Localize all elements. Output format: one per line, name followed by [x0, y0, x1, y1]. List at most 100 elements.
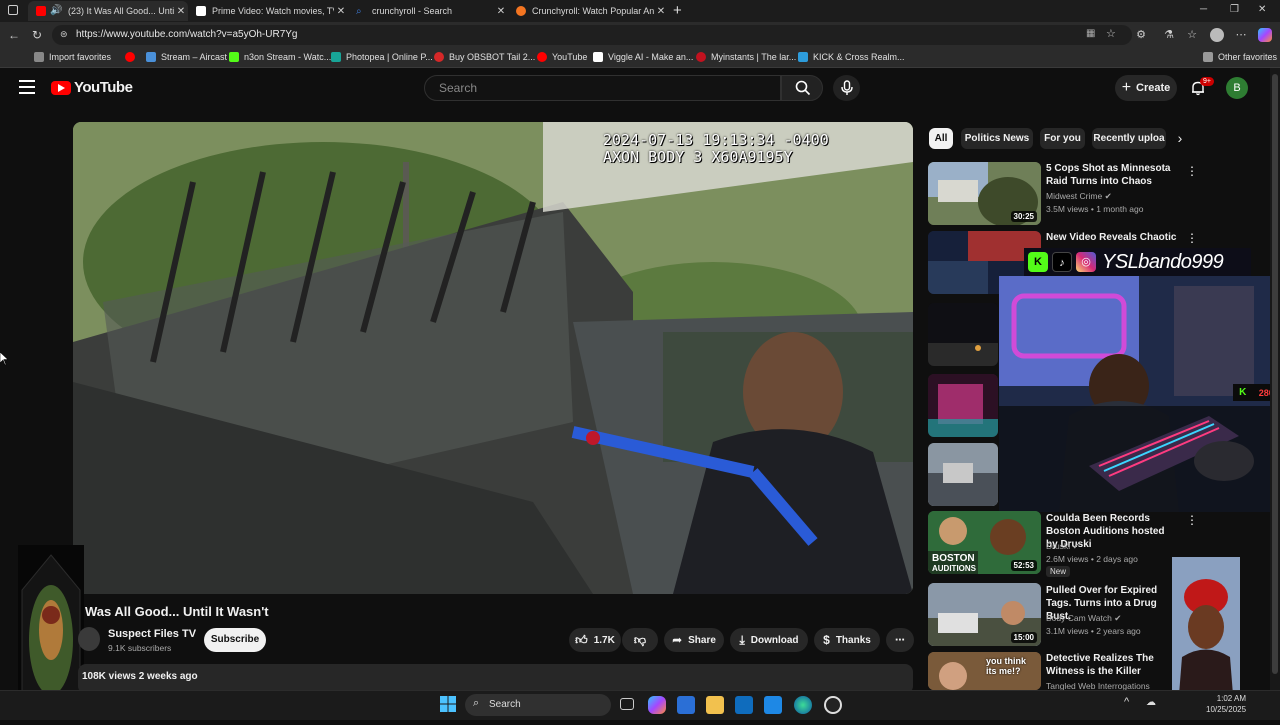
search-icon [795, 80, 811, 96]
rec-thumbnail[interactable] [928, 303, 998, 366]
scrollbar-thumb[interactable] [1272, 74, 1278, 674]
minimize-icon[interactable]: ─ [1200, 4, 1207, 15]
share-arrow-icon: ➦ [672, 633, 683, 647]
bookmark-stream-aircast[interactable]: Stream – Aircast [146, 52, 227, 62]
tab-close-icon[interactable]: ✕ [174, 6, 188, 17]
chip-recently-uploaded[interactable]: Recently uploa [1092, 128, 1166, 149]
plus-icon: + [1121, 79, 1132, 96]
rec-channel-name: Druski [1046, 541, 1071, 551]
rec-more-options-icon[interactable]: ⋮ [1186, 164, 1198, 178]
chip-for-you[interactable]: For you [1040, 128, 1085, 149]
back-icon[interactable]: ← [8, 28, 20, 42]
rec-thumbnail[interactable]: you think its me!? [928, 652, 1041, 690]
store-icon[interactable] [677, 696, 695, 714]
create-label: Create [1136, 82, 1171, 94]
outlook-icon[interactable] [735, 696, 753, 714]
bookmark-obsbot[interactable]: Buy OBSBOT Tail 2... [434, 52, 535, 62]
site-info-icon[interactable]: ⊜ [60, 29, 68, 40]
rec-title[interactable]: New Video Reveals Chaotic [1046, 231, 1178, 244]
bookmark-photopea[interactable]: Photopea | Online P... [331, 52, 433, 62]
tab-actions-icon[interactable] [8, 5, 18, 15]
rec-more-options-icon[interactable]: ⋮ [1186, 513, 1198, 527]
video-player[interactable]: 2024-07-13 19:13:34 -0400 AXON BODY 3 X6… [73, 122, 913, 594]
voice-search-button[interactable] [833, 75, 860, 101]
search-input[interactable]: Search [424, 75, 781, 101]
tab-title: crunchyroll - Search [372, 6, 453, 16]
tab-youtube[interactable]: 🔊 (23) It Was All Good... Until It ✕ [28, 1, 188, 21]
account-avatar[interactable]: B [1226, 77, 1248, 99]
close-window-icon[interactable]: ✕ [1258, 4, 1266, 15]
file-explorer-icon[interactable] [706, 696, 724, 714]
more-actions-button[interactable]: ⋯ [886, 628, 914, 652]
tray-chevron-icon[interactable]: ^ [1124, 696, 1129, 708]
rec-channel[interactable]: Druski ✔ [1046, 541, 1080, 552]
tab-close-icon[interactable]: ✕ [654, 6, 668, 17]
edge-icon[interactable] [794, 696, 812, 714]
other-favorites[interactable]: Other favorites [1203, 52, 1277, 62]
network-icon[interactable]: ☁ [1146, 697, 1156, 708]
tab-close-icon[interactable]: ✕ [494, 6, 508, 17]
rec-more-options-icon[interactable]: ⋮ [1186, 231, 1198, 245]
subscribe-button[interactable]: Subscribe [204, 628, 266, 652]
search-button[interactable] [781, 75, 823, 101]
rec-thumbnail[interactable] [928, 443, 998, 506]
task-view-icon[interactable] [620, 698, 634, 710]
new-tab-button[interactable]: + [673, 2, 682, 19]
favorite-star-icon[interactable]: ☆ [1106, 27, 1116, 40]
app-available-icon[interactable]: ▦ [1086, 28, 1095, 39]
like-button[interactable]: 👍︎ 1.7K [569, 628, 621, 652]
more-options-icon[interactable]: ⋯ [1235, 29, 1247, 41]
tracking-icon[interactable]: ⚗ [1163, 29, 1175, 41]
rec-title[interactable]: Detective Realizes The Witness is the Ki… [1046, 652, 1178, 678]
rec-channel[interactable]: Body Cam Watch ✔ [1046, 613, 1121, 624]
bookmark-kick-cross-realm[interactable]: KICK & Cross Realm... [798, 52, 905, 62]
page-scrollbar[interactable] [1270, 68, 1280, 690]
extensions-icon[interactable]: ⚙ [1135, 29, 1147, 41]
rec-thumbnail[interactable]: 30:25 [928, 162, 1041, 225]
restore-icon[interactable]: ❐ [1230, 4, 1239, 15]
bookmark-label: Other favorites [1218, 52, 1278, 62]
taskbar-search[interactable]: ⌕ Search [465, 694, 611, 716]
channel-name[interactable]: Suspect Files TV [108, 628, 196, 640]
copilot-taskbar-icon[interactable] [648, 696, 666, 714]
tab-crunchyroll[interactable]: Crunchyroll: Watch Popular Anim ✕ [508, 1, 668, 21]
favorites-icon[interactable]: ☆ [1186, 29, 1198, 41]
chip-politics-news[interactable]: Politics News [961, 128, 1033, 149]
rec-thumbnail[interactable]: BOSTON AUDITIONS 52:53 [928, 511, 1041, 574]
rec-thumbnail[interactable] [928, 374, 998, 437]
tab-close-icon[interactable]: ✕ [334, 6, 348, 17]
share-button[interactable]: ➦ Share [664, 628, 724, 652]
thanks-button[interactable]: $ Thanks [814, 628, 880, 652]
bookmark-youtube-icon[interactable] [125, 52, 140, 62]
url-field[interactable]: ⊜ https://www.youtube.com/watch?v=a5yOh-… [52, 25, 1132, 45]
rec-meta: 3.1M views • 2 years ago [1046, 626, 1141, 636]
tab-crunchyroll-search[interactable]: ⌕ crunchyroll - Search ✕ [348, 1, 508, 21]
mail-icon[interactable] [764, 696, 782, 714]
copilot-icon[interactable] [1258, 28, 1272, 42]
youtube-logo[interactable]: YouTube [51, 79, 133, 96]
rec-thumbnail[interactable]: 15:00 [928, 583, 1041, 646]
hamburger-menu-icon[interactable] [19, 80, 35, 94]
tab-prime-video[interactable]: Prime Video: Watch movies, TV sh ✕ [188, 1, 348, 21]
chip-all[interactable]: All [929, 128, 953, 149]
speaker-icon[interactable]: 🔊 [50, 5, 62, 16]
download-button[interactable]: ⤓ Download [730, 628, 808, 652]
system-clock[interactable]: 1:02 AM 10/25/2025 [1206, 693, 1246, 715]
dislike-button[interactable]: 👎︎ [622, 628, 658, 652]
chevron-right-icon[interactable]: › [1172, 130, 1188, 148]
bookmark-myinstants[interactable]: Myinstants | The lar... [696, 52, 796, 62]
bookmark-import-favorites[interactable]: Import favorites [34, 52, 111, 62]
rec-channel[interactable]: Midwest Crime ✔ [1046, 191, 1112, 202]
refresh-icon[interactable]: ↻ [32, 28, 42, 42]
bookmark-n3on-stream[interactable]: n3on Stream - Watc... [229, 52, 331, 62]
instagram-logo-icon: ◎ [1076, 252, 1096, 272]
bookmark-viggle[interactable]: Viggle AI - Make an... [593, 52, 693, 62]
bookmark-youtube[interactable]: YouTube [537, 52, 587, 62]
rec-title[interactable]: 5 Cops Shot as Minnesota Raid Turns into… [1046, 162, 1178, 188]
svg-text:BOSTON: BOSTON [932, 553, 975, 564]
profile-icon[interactable] [1210, 28, 1224, 42]
windows-start-icon[interactable] [440, 696, 456, 712]
obs-icon[interactable] [824, 696, 842, 714]
create-button[interactable]: + Create [1115, 75, 1177, 101]
channel-avatar[interactable] [78, 627, 100, 651]
